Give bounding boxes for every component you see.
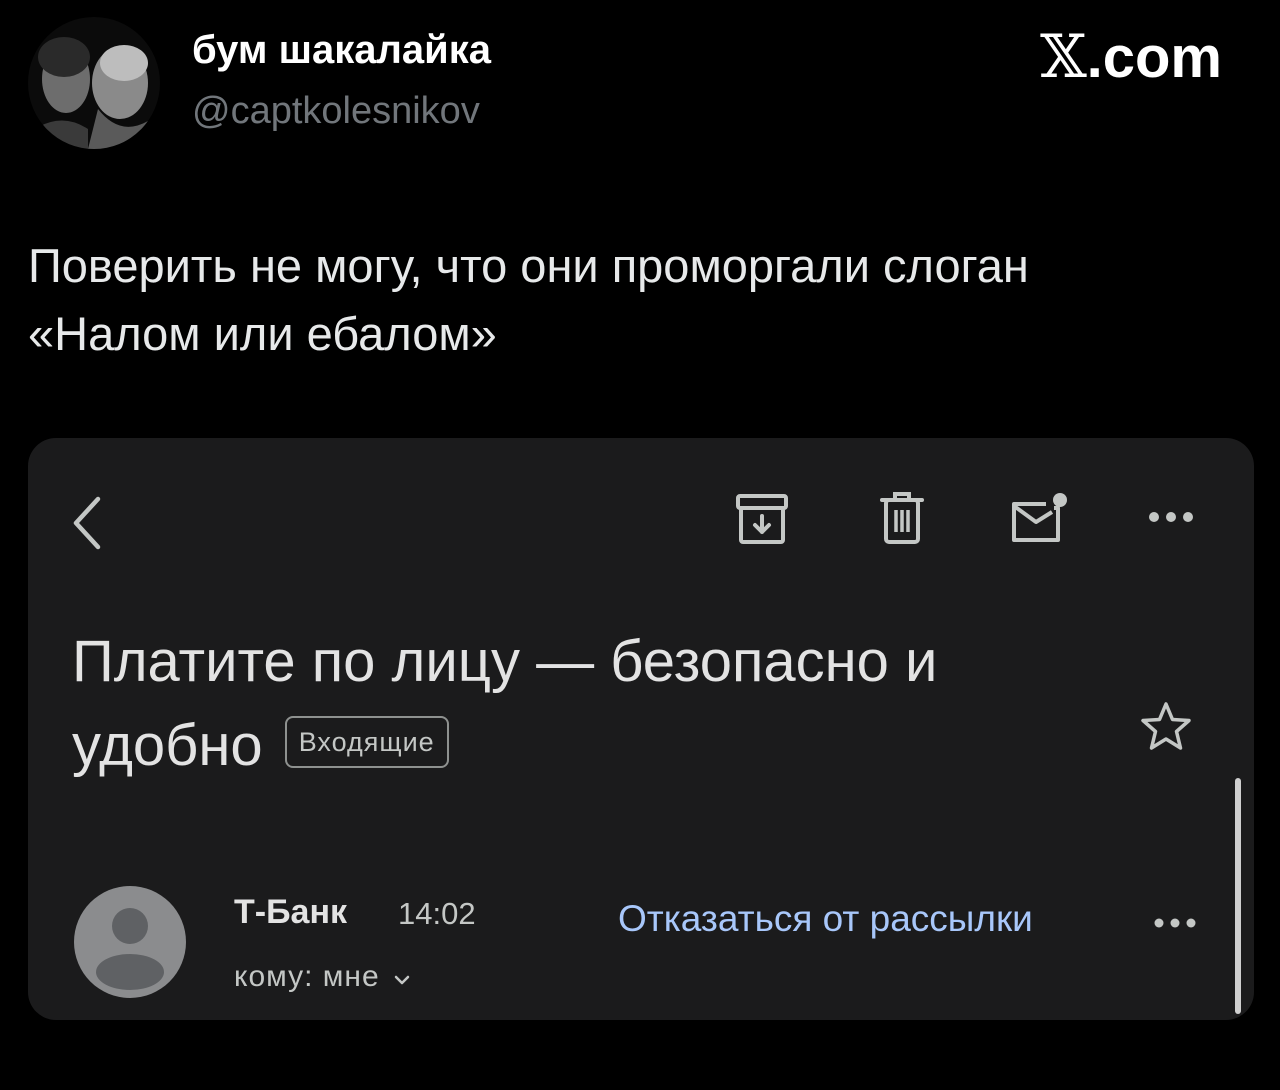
user-avatar[interactable] [28, 17, 160, 149]
mail-subject: Платите по лицу — безопасно и удобно Вход… [72, 620, 1132, 788]
subject-line: Платите по лицу — безопасно и [72, 629, 938, 694]
tweet-text-line: «Налом или ебалом» [28, 307, 497, 360]
user-handle[interactable]: @captkolesnikov [192, 90, 480, 133]
x-logo: 𝕏 .com [1040, 22, 1222, 92]
x-glyph: 𝕏 [1040, 22, 1087, 92]
tweet-text: Поверить не могу, что они проморгали сло… [28, 232, 1228, 368]
mail-screenshot: Платите по лицу — безопасно и удобно Вход… [28, 438, 1254, 1020]
message-more-icon[interactable] [1152, 916, 1198, 934]
scrollbar[interactable] [1235, 778, 1241, 1014]
tweet-text-line: Поверить не могу, что они проморгали сло… [28, 239, 1029, 292]
archive-icon[interactable] [734, 490, 790, 553]
recipient-label: кому: мне [234, 960, 380, 993]
display-name[interactable]: бум шакалайка [192, 28, 491, 73]
sender-avatar[interactable] [74, 886, 186, 998]
sender-name[interactable]: Т-Банк [234, 893, 347, 932]
unsubscribe-link[interactable]: Отказаться от рассылки [618, 898, 1033, 940]
subject-line: удобно Входящие [72, 704, 1132, 788]
x-domain: .com [1086, 25, 1222, 90]
chevron-down-icon [394, 960, 410, 994]
star-icon[interactable] [1138, 700, 1194, 759]
inbox-label[interactable]: Входящие [284, 715, 449, 768]
mail-time: 14:02 [398, 896, 476, 931]
more-icon[interactable] [1146, 510, 1196, 529]
delete-icon[interactable] [878, 490, 926, 553]
subject-line-end: удобно [72, 713, 263, 778]
recipient-toggle[interactable]: кому: мне [234, 960, 410, 994]
mark-unread-icon[interactable] [1006, 490, 1072, 553]
back-icon[interactable] [68, 493, 108, 558]
